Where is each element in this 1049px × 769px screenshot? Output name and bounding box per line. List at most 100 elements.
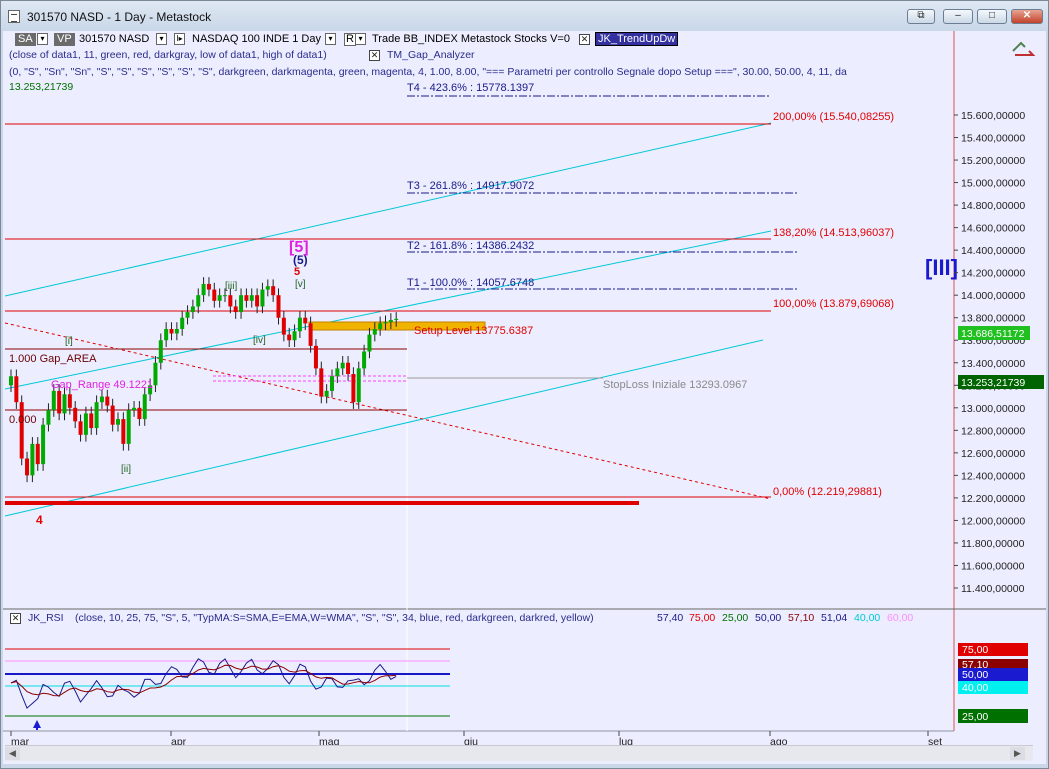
remove-gap-analyzer-icon[interactable]: ✕ xyxy=(369,50,380,61)
r-dropdown[interactable]: ▾ xyxy=(355,33,366,45)
maximize-button[interactable]: □ xyxy=(977,9,1007,24)
remove-indicator-icon[interactable]: ✕ xyxy=(579,34,590,45)
candle-body xyxy=(292,331,297,341)
candle-body xyxy=(255,295,260,307)
rsi-tag-25-text: 25,00 xyxy=(962,711,988,723)
wave-5-label: 5 xyxy=(294,266,300,278)
candle-body xyxy=(132,407,137,411)
candle-body xyxy=(356,368,361,403)
candle-body xyxy=(223,295,227,297)
rsi-label[interactable]: JK_RSI xyxy=(28,612,68,625)
candle-body xyxy=(116,419,120,425)
fib-200-label: 200,00% (15.540,08255) xyxy=(773,111,894,123)
rsi-tag-50-text: 50,00 xyxy=(962,669,988,681)
candle-body xyxy=(362,351,367,369)
price-tick-label: 12.800,00000 xyxy=(961,425,1025,437)
wave-ii-label: [ii] xyxy=(121,464,131,475)
gap-analyzer-label[interactable]: TM_Gap_Analyzer xyxy=(387,49,587,62)
candle-body xyxy=(372,328,377,335)
title-bar[interactable]: 301570 NASD - 1 Day - Metastock ⧉ – □ ✕ xyxy=(1,1,1048,31)
candle-body xyxy=(340,362,345,369)
candle-body xyxy=(351,374,356,403)
price-tick-label: 13.000,00000 xyxy=(961,403,1025,415)
candle-body xyxy=(212,289,217,301)
study-params-line2: (0, "S", "Sn", "Sn", "S", "S", "S", "S",… xyxy=(9,66,847,78)
price-tick-label: 12.600,00000 xyxy=(961,448,1025,460)
candle-body xyxy=(153,362,158,386)
scroll-left-icon[interactable]: ◀ xyxy=(5,747,20,760)
trend-indicator-tag[interactable]: JK_TrendUpDw xyxy=(595,32,679,46)
window-title: 301570 NASD - 1 Day - Metastock xyxy=(27,10,212,24)
vp-label[interactable]: VP xyxy=(54,33,75,46)
candle-body xyxy=(271,286,276,296)
price-chart[interactable]: 200,00% (15.540,08255) 138,20% (14.513,9… xyxy=(3,31,1046,764)
candle-body xyxy=(265,286,270,290)
price-tick-label: 15.200,00000 xyxy=(961,155,1025,167)
symbol-dropdown[interactable]: ▾ xyxy=(156,33,167,45)
remove-rsi-icon[interactable]: ✕ xyxy=(10,613,21,624)
trade-label: Trade BB_INDEX Metastock Stocks V=0 xyxy=(372,33,570,45)
wave-5-bracket-label: [5] xyxy=(289,239,309,256)
sa-dropdown-label[interactable]: SA xyxy=(15,33,36,46)
candle-body xyxy=(35,443,40,465)
candle-body xyxy=(276,295,281,318)
price-tick-label: 14.600,00000 xyxy=(961,223,1025,235)
candle-body xyxy=(206,283,211,290)
price-tick-label: 11.800,00000 xyxy=(961,538,1025,550)
candle-body xyxy=(9,376,13,386)
rsi-value-6: 51,04 xyxy=(821,612,848,624)
symbol-label: 301570 NASD xyxy=(79,33,150,45)
candle-body xyxy=(239,295,244,313)
candle-body xyxy=(169,328,174,334)
candle-body xyxy=(313,345,318,369)
trend-indicator-label[interactable]: JK_TrendUpDw xyxy=(595,32,679,46)
gap-area-label: 1.000 Gap_AREA xyxy=(9,353,97,365)
stop-price-text: 13.253,21739 xyxy=(961,377,1025,389)
candle-body xyxy=(287,334,292,341)
price-tick-label: 15.600,00000 xyxy=(961,110,1025,122)
price-tick-label: 13.400,00000 xyxy=(961,358,1025,370)
candle-body xyxy=(308,323,313,346)
candle-body xyxy=(78,421,83,435)
candle-body xyxy=(94,402,99,429)
candle-body xyxy=(83,413,88,435)
document-icon xyxy=(8,10,20,23)
candle-body xyxy=(180,317,185,329)
stoploss-label: StopLoss Iniziale 13293.0967 xyxy=(603,379,747,391)
price-tick-label: 11.400,00000 xyxy=(961,583,1025,595)
candle-body xyxy=(260,289,265,307)
candle-body xyxy=(367,334,372,352)
candle-body xyxy=(142,394,147,420)
rsi-value-4: 50,00 xyxy=(755,612,782,624)
candle-body xyxy=(41,424,46,465)
sa-dropdown-arrow[interactable]: ▾ xyxy=(37,33,48,45)
fib-100-label: 100,00% (13.879,69068) xyxy=(773,298,894,310)
close-button[interactable]: ✕ xyxy=(1011,9,1043,24)
candle-body xyxy=(110,405,115,425)
horizontal-scrollbar[interactable]: ◀ ▶ xyxy=(5,745,1033,761)
candle-body xyxy=(378,323,383,329)
interval-dropdown[interactable]: ▾ xyxy=(325,33,336,45)
wave-iii-major-label: [III] xyxy=(925,255,958,280)
setup-level-label: Setup Level 13775.6387 xyxy=(414,325,533,337)
candle-body xyxy=(185,312,190,318)
price-tick-label: 11.600,00000 xyxy=(961,560,1025,572)
minimize-button[interactable]: – xyxy=(943,9,973,24)
price-tick-label: 15.000,00000 xyxy=(961,178,1025,190)
instrument-toggle[interactable]: I▸ xyxy=(174,33,185,45)
price-tick-label: 13.800,00000 xyxy=(961,313,1025,325)
candle-body xyxy=(201,283,206,296)
chart-area[interactable]: 200,00% (15.540,08255) 138,20% (14.513,9… xyxy=(3,31,1046,764)
candle-body xyxy=(196,295,201,307)
candle-body xyxy=(233,306,238,313)
rsi-value-2: 75,00 xyxy=(689,612,716,624)
price-tick-label: 15.400,00000 xyxy=(961,133,1025,145)
wave-i-label: [i] xyxy=(65,336,73,347)
candle-body xyxy=(330,376,334,391)
fib-138-label: 138,20% (14.513,96037) xyxy=(773,227,894,239)
scroll-right-icon[interactable]: ▶ xyxy=(1010,747,1025,760)
rsi-value-8: 60,00 xyxy=(887,612,914,624)
rsi-tag-40-text: 40,00 xyxy=(962,682,988,694)
candle-body xyxy=(57,390,62,414)
restore-chart-button[interactable]: ⧉ xyxy=(907,9,935,24)
